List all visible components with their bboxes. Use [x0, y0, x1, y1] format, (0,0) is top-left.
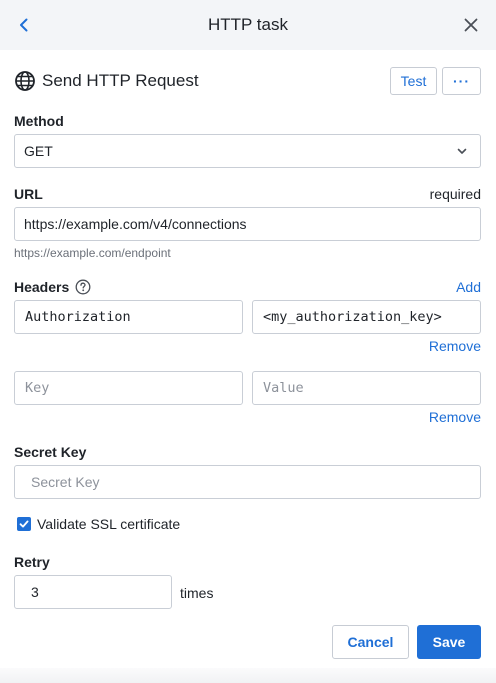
headers-label: Headers	[14, 279, 70, 295]
secret-key-label: Secret Key	[14, 444, 87, 460]
header-value-input[interactable]: <my_authorization_key>	[252, 300, 481, 334]
url-helper-text: https://example.com/endpoint	[14, 246, 171, 260]
test-button[interactable]: Test	[390, 67, 437, 95]
header-key-value: Authorization	[25, 309, 131, 325]
cancel-button[interactable]: Cancel	[332, 625, 409, 659]
remove-header-link[interactable]: Remove	[429, 338, 481, 354]
check-icon	[19, 520, 29, 528]
task-title: Send HTTP Request	[42, 71, 199, 90]
secret-key-input[interactable]: Secret Key	[14, 465, 481, 499]
more-options-button[interactable]: ···	[442, 67, 481, 95]
panel-header: HTTP task	[0, 0, 496, 50]
panel-title: HTTP task	[208, 15, 288, 34]
header-key-placeholder: Key	[25, 380, 50, 396]
method-select[interactable]: GET	[14, 134, 481, 168]
headers-label-row: Headers	[14, 279, 91, 295]
url-value: https://example.com/v4/connections	[24, 216, 247, 232]
url-label: URL	[14, 186, 43, 202]
url-required-label: required	[429, 186, 481, 202]
task-title-row: Send HTTP Request	[14, 68, 199, 94]
save-button[interactable]: Save	[417, 625, 481, 659]
url-input[interactable]: https://example.com/v4/connections	[14, 207, 481, 241]
method-value: GET	[24, 143, 53, 159]
header-key-input-empty[interactable]: Key	[14, 371, 243, 405]
retry-unit: times	[180, 585, 214, 601]
header-key-input[interactable]: Authorization	[14, 300, 243, 334]
ssl-checkbox[interactable]	[17, 517, 31, 531]
remove-header-link-2[interactable]: Remove	[429, 409, 481, 425]
panel-bottom-edge	[0, 668, 496, 683]
retry-label: Retry	[14, 554, 50, 570]
close-button[interactable]	[460, 14, 482, 36]
ssl-checkbox-label: Validate SSL certificate	[37, 516, 181, 532]
retry-value: 3	[31, 584, 39, 600]
close-icon	[464, 18, 478, 32]
help-icon[interactable]	[75, 279, 91, 295]
retry-input[interactable]: 3	[14, 575, 172, 609]
secret-key-placeholder: Secret Key	[31, 474, 100, 490]
header-value-value: <my_authorization_key>	[263, 309, 442, 325]
add-header-link[interactable]: Add	[456, 279, 481, 295]
header-value-placeholder: Value	[263, 380, 304, 396]
method-label: Method	[14, 113, 64, 129]
header-value-input-empty[interactable]: Value	[252, 371, 481, 405]
chevron-down-icon	[457, 148, 467, 154]
globe-icon	[14, 70, 36, 92]
